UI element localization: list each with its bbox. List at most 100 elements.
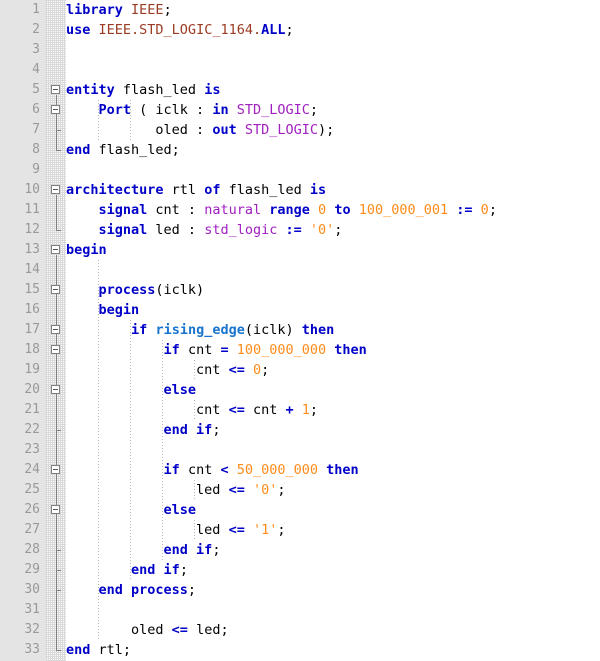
code-token-kw: end if [163,542,213,558]
code-line[interactable]: else [66,380,197,400]
code-token-num: 100_000_001 [358,202,449,218]
code-token-pl: rtl; [90,642,132,658]
code-token-pl: oled : [66,122,213,138]
code-line[interactable]: end if; [66,420,221,440]
code-token-op: <= [228,482,245,498]
code-token-op: <= [228,522,245,538]
line-number: 8 [32,142,40,157]
code-line[interactable]: oled : out STD_LOGIC); [66,120,334,140]
code-line[interactable]: if cnt = 100_000_000 then [66,340,367,360]
code-token-op: + [285,402,294,418]
code-line[interactable]: end if; [66,560,188,580]
line-number: 5 [32,82,40,97]
code-line[interactable]: led <= '0'; [66,480,285,500]
code-line[interactable]: signal cnt : natural range 0 to 100_000_… [66,200,497,220]
code-line[interactable]: end process; [66,580,197,600]
code-line[interactable]: cnt <= cnt + 1; [66,400,318,420]
code-token-op: := [456,202,473,218]
fold-toggle-port-fold[interactable] [51,105,60,114]
fold-region-end-tick [56,570,61,571]
code-text-area[interactable]: library IEEE; use IEEE.STD_LOGIC_1164.ALL… [66,0,600,661]
code-line[interactable]: end if; [66,540,221,560]
line-number: 14 [24,262,40,277]
line-number: 13 [24,242,40,257]
code-line[interactable]: use IEEE.STD_LOGIC_1164.ALL; [66,20,294,40]
code-line[interactable]: led <= '1'; [66,520,286,540]
code-token-pl: cnt [244,402,286,418]
line-number: 25 [24,482,40,497]
fold-toggle-begin-fold[interactable] [51,245,60,254]
line-number: 2 [32,22,40,37]
code-line[interactable]: oled <= led; [66,620,229,640]
code-token-pl: ; [277,522,286,538]
code-line[interactable]: end rtl; [66,640,131,660]
code-token-kw: then [326,462,359,478]
line-number: 24 [24,462,40,477]
fold-toggle-entity-fold[interactable] [51,85,60,94]
code-token-kw: process [98,282,156,298]
code-editor[interactable]: 1 2 3 4 5 6 7 8 9 10 11 12 13 14 15 16 17 18 19 20 21 22 23 24 2… [0,0,600,661]
code-token-pl: (iclk) [244,322,302,338]
code-line[interactable]: begin [66,300,140,320]
code-token-kw: end [66,142,91,158]
line-number: 27 [24,522,40,537]
code-token-kw: ALL [261,22,286,38]
code-token-pl: (iclk) [155,282,205,298]
fold-toggle-else-2-fold[interactable] [51,505,60,514]
fold-toggle-if-rising-fold[interactable] [51,325,60,334]
code-token-lit: '0' [309,222,335,238]
fold-toggle-architecture-fold[interactable] [51,185,60,194]
code-line[interactable]: entity flash_led is [66,80,220,100]
code-line[interactable]: if rising_edge(iclk) then [66,320,334,340]
fold-toggle-if-cnt-eq-fold[interactable] [51,345,60,354]
fold-toggle-else-1-fold[interactable] [51,385,60,394]
code-line[interactable]: Port ( iclk : in STD_LOGIC; [66,100,319,120]
code-token-kw: if [163,342,180,358]
code-token-kw: end if [131,562,180,578]
line-number: 17 [24,322,40,337]
fold-toggle-process-fold[interactable] [51,285,60,294]
line-number: 16 [24,302,40,317]
line-number: 28 [24,542,40,557]
line-number: 11 [24,202,40,217]
code-line[interactable]: cnt <= 0; [66,360,269,380]
code-token-pl: ; [285,22,294,38]
code-token-lib: IEEE [131,2,164,18]
line-number: 20 [24,382,40,397]
code-line[interactable]: signal led : std_logic := '0'; [66,220,343,240]
code-folding-gutter[interactable] [46,0,66,661]
code-token-kw: begin [98,302,140,318]
code-token-kw: end [66,642,91,658]
code-line[interactable]: if cnt < 50_000_000 then [66,460,359,480]
line-number: 12 [24,222,40,237]
fold-toggle-if-cnt-lt-fold[interactable] [51,465,60,474]
code-token-pl: ); [318,122,335,138]
code-token-pl: ; [309,102,319,118]
code-line[interactable]: begin [66,240,107,260]
fold-region-end-tick [56,590,61,591]
code-token-pl: cnt : [147,202,205,218]
code-line[interactable]: process(iclk) [66,280,205,300]
line-number: 23 [24,442,40,457]
code-line[interactable]: architecture rtl of flash_led is [66,180,326,200]
code-token-op: = [220,342,229,358]
code-line[interactable]: end flash_led; [66,140,180,160]
code-token-op: := [285,222,302,238]
code-token-pl: cnt [66,362,229,378]
code-line[interactable]: else [66,500,197,520]
code-line[interactable]: library IEEE; [66,0,172,20]
